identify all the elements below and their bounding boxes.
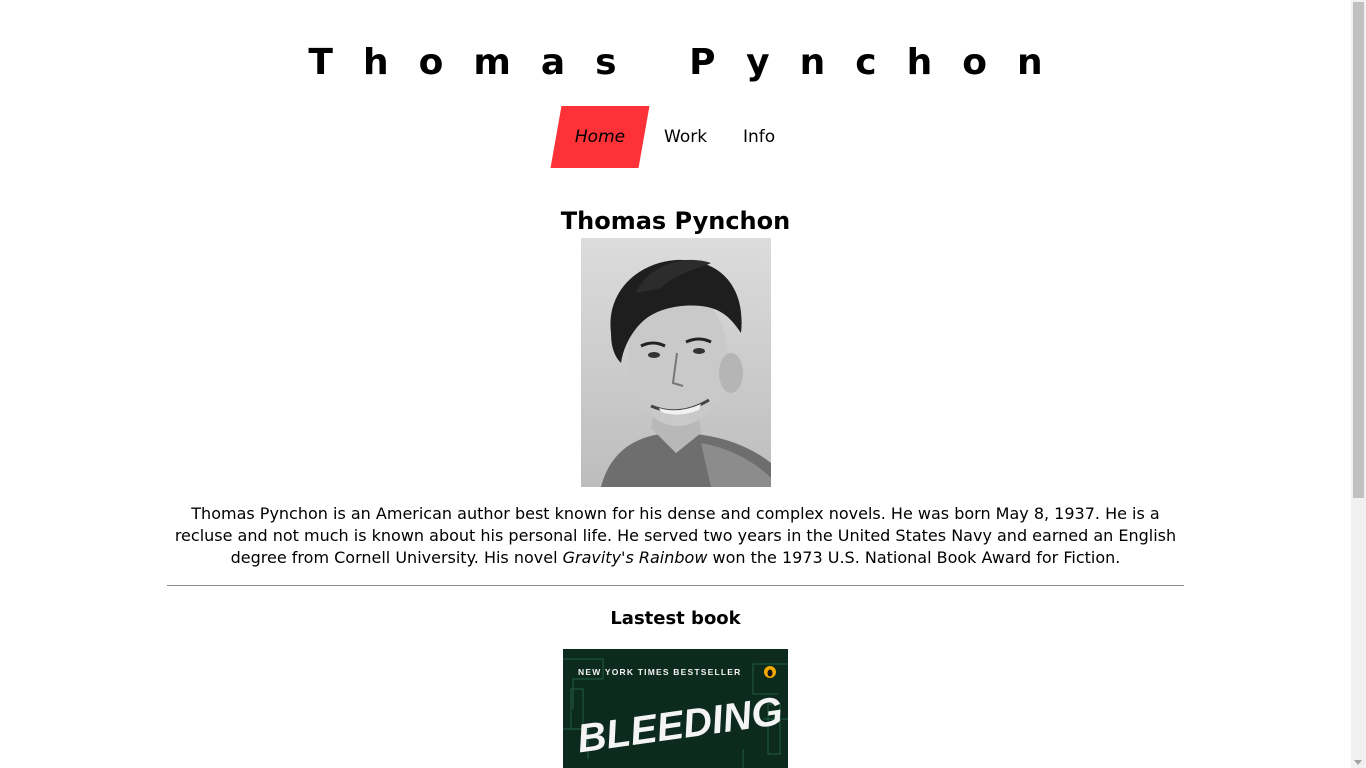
nav-item-home[interactable]: Home	[550, 106, 650, 168]
site-title: Thomas Pynchon	[308, 42, 1073, 83]
page: Thomas Pynchon Home Work Info Thomas Pyn…	[0, 0, 1351, 768]
scrollbar-thumb[interactable]	[1353, 2, 1364, 498]
bio-text-end: won the 1973 U.S. National Book Award fo…	[707, 548, 1121, 567]
cover-banner: NEW YORK TIMES BESTSELLER	[578, 667, 742, 677]
book-cover: NEW YORK TIMES BESTSELLER BLEEDING EDGE	[563, 649, 788, 768]
latest-book-heading: Lastest book	[610, 608, 741, 629]
scroll-down-arrow-icon[interactable]	[1354, 760, 1362, 765]
vertical-scrollbar[interactable]	[1351, 0, 1366, 768]
author-heading: Thomas Pynchon	[560, 207, 791, 235]
section-divider	[167, 585, 1184, 586]
bio-book-title: Gravity's Rainbow	[562, 548, 708, 567]
author-portrait	[581, 238, 771, 487]
nav-item-info[interactable]: Info	[743, 106, 775, 168]
nav-item-work[interactable]: Work	[664, 106, 707, 168]
nav-item-home-label: Home	[574, 127, 626, 147]
author-bio: Thomas Pynchon is an American author bes…	[167, 503, 1184, 569]
